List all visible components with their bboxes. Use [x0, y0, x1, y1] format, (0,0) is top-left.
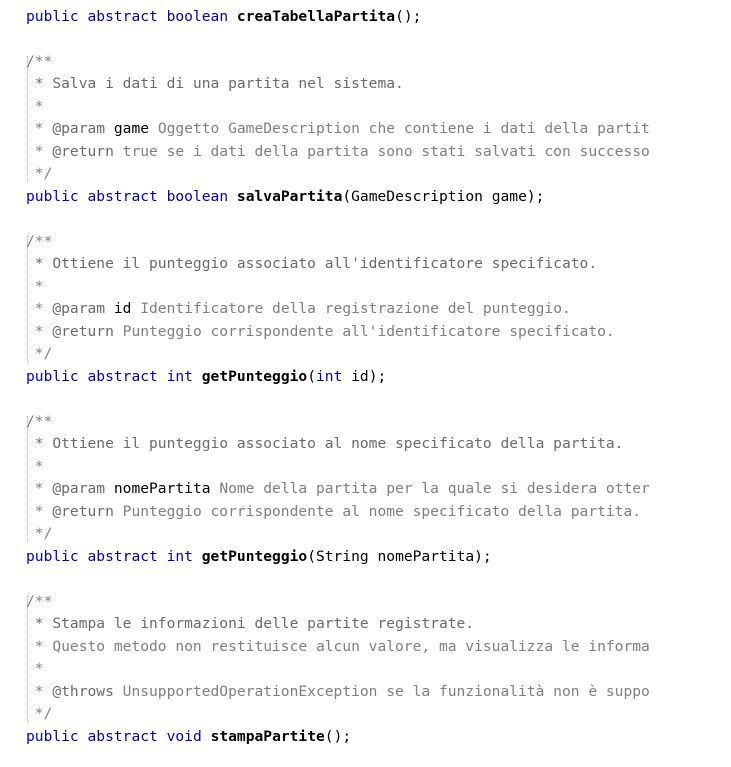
method-signature-tail: (GameDescription game); [342, 188, 545, 205]
javadoc-prefix: * [26, 143, 53, 160]
method-name: salvaPartita [236, 188, 343, 205]
javadoc-prefix: * [26, 480, 53, 497]
javadoc-throws-description: UnsupportedOperationException se la funz… [113, 683, 650, 700]
javadoc-throws-line: * @throws UnsupportedOperationException … [26, 681, 650, 703]
javadoc-blank: * [26, 660, 44, 677]
javadoc-param-name: game [113, 120, 150, 137]
method-signature-tail: (String nomePartita); [307, 548, 492, 565]
javadoc-return-line: * @return Punteggio corrispondente al no… [26, 501, 641, 523]
javadoc-open: /** [26, 593, 53, 610]
javadoc-param-description: Oggetto GameDescription che contiene i d… [149, 120, 650, 137]
method-signature-tail: id); [342, 368, 387, 385]
javadoc-return-description: true se i dati della partita sono stati … [113, 143, 650, 160]
javadoc-prefix: * [26, 683, 53, 700]
javadoc-blank: * [26, 458, 44, 475]
javadoc-return-tag: @return [52, 323, 114, 340]
return-type: int [166, 368, 193, 385]
javadoc-prefix: * [26, 323, 53, 340]
javadoc-blank: * [26, 278, 44, 295]
javadoc-prefix: * [26, 300, 53, 317]
javadoc-param-line: * @param id Identificatore della registr… [26, 298, 571, 320]
keyword-public: public [26, 8, 79, 25]
method-name: creaTabellaPartita [236, 8, 396, 25]
javadoc-prefix: * [26, 120, 53, 137]
javadoc-param-line: * @param nomePartita Nome della partita … [26, 478, 650, 500]
javadoc-return-description: Punteggio corrispondente all'identificat… [113, 323, 615, 340]
keyword-abstract: abstract [87, 188, 158, 205]
javadoc-open: /** [26, 413, 53, 430]
return-type: boolean [166, 188, 229, 205]
javadoc-description: * Ottiene il punteggio associato al nome… [26, 435, 624, 452]
keyword-abstract: abstract [87, 728, 158, 745]
javadoc-throws-tag: @throws [52, 683, 114, 700]
open-paren: ( [307, 368, 316, 385]
return-type: void [166, 728, 202, 745]
keyword-abstract: abstract [87, 368, 158, 385]
keyword-public: public [26, 188, 79, 205]
code-line-method-declaration[interactable]: public abstract int getPunteggio(String … [26, 546, 492, 568]
javadoc-param-tag: @param [52, 120, 106, 137]
return-type: boolean [166, 8, 229, 25]
param-type: int [316, 368, 343, 385]
method-name: getPunteggio [201, 368, 308, 385]
javadoc-description: * Ottiene il punteggio associato all'ide… [26, 255, 598, 272]
code-editor[interactable]: public abstract boolean creaTabellaParti… [0, 0, 731, 767]
method-name: stampaPartite [210, 728, 325, 745]
keyword-public: public [26, 368, 79, 385]
javadoc-open: /** [26, 53, 53, 70]
javadoc-close: */ [26, 345, 53, 362]
return-type: int [166, 548, 193, 565]
javadoc-return-line: * @return true se i dati della partita s… [26, 141, 650, 163]
javadoc-open: /** [26, 233, 53, 250]
javadoc-param-name: nomePartita [113, 480, 211, 497]
method-signature-tail: (); [324, 728, 352, 745]
javadoc-description: * Salva i dati di una partita nel sistem… [26, 75, 404, 92]
javadoc-param-description: Nome della partita per la quale si desid… [210, 480, 650, 497]
javadoc-param-tag: @param [52, 480, 106, 497]
javadoc-close: */ [26, 705, 53, 722]
method-signature-tail: (); [395, 8, 422, 25]
method-name: getPunteggio [201, 548, 308, 565]
javadoc-return-line: * @return Punteggio corrispondente all'i… [26, 321, 615, 343]
javadoc-return-description: Punteggio corrispondente al nome specifi… [113, 503, 642, 520]
javadoc-return-tag: @return [52, 503, 114, 520]
javadoc-description: * Questo metodo non restituisce alcun va… [26, 638, 650, 655]
code-line-method-declaration[interactable]: public abstract boolean salvaPartita(Gam… [26, 186, 544, 208]
javadoc-param-line: * @param game Oggetto GameDescription ch… [26, 118, 650, 140]
javadoc-prefix: * [26, 503, 53, 520]
javadoc-close: */ [26, 165, 53, 182]
code-line-method-declaration[interactable]: public abstract boolean creaTabellaParti… [26, 6, 421, 28]
code-line-method-declaration[interactable]: public abstract int getPunteggio(int id)… [26, 366, 386, 388]
keyword-abstract: abstract [87, 8, 158, 25]
code-line-method-declaration[interactable]: public abstract void stampaPartite(); [26, 726, 351, 748]
javadoc-param-tag: @param [52, 300, 106, 317]
javadoc-return-tag: @return [52, 143, 114, 160]
keyword-public: public [26, 548, 79, 565]
javadoc-param-description: Identificatore della registrazione del p… [131, 300, 571, 317]
javadoc-description: * Stampa le informazioni delle partite r… [26, 615, 475, 632]
keyword-abstract: abstract [87, 548, 158, 565]
javadoc-param-name: id [113, 300, 132, 317]
keyword-public: public [26, 728, 79, 745]
javadoc-close: */ [26, 525, 53, 542]
javadoc-blank: * [26, 98, 44, 115]
